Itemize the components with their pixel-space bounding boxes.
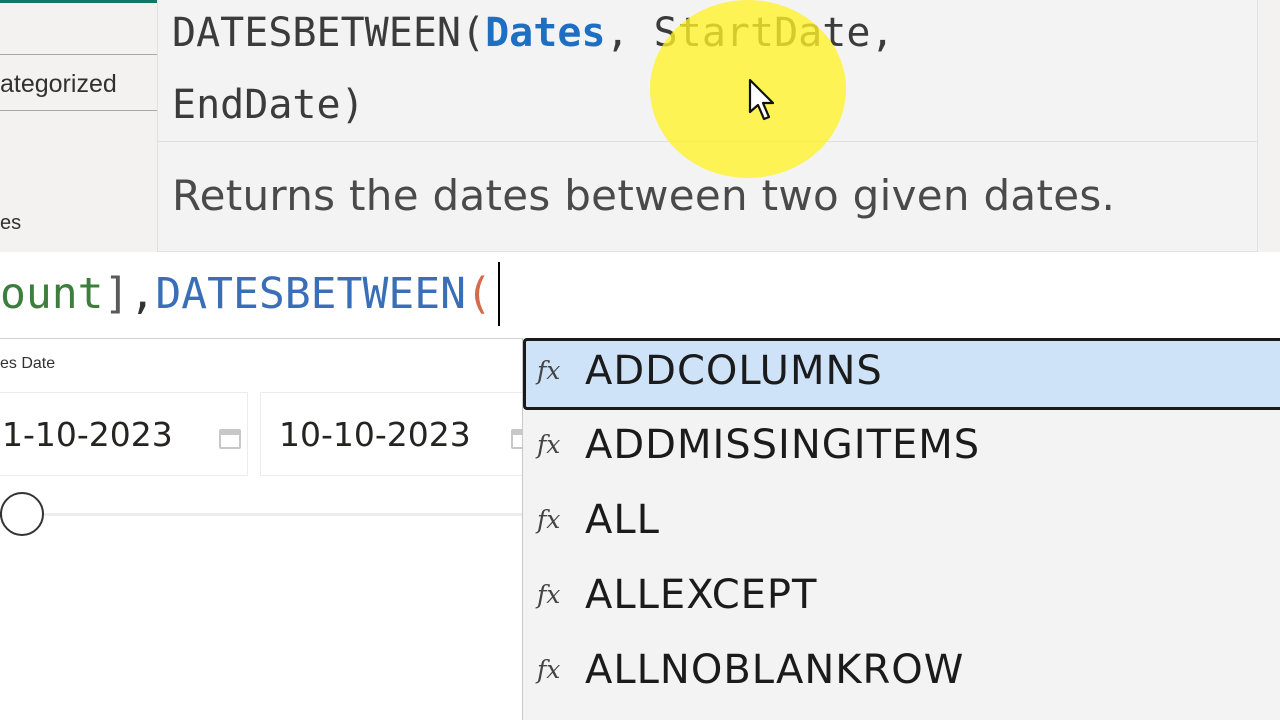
suggestion-label: ALLNOBLANKROW [585,647,965,693]
suggestion-item[interactable]: fx ADDMISSINGITEMS [523,412,1280,484]
mouse-pointer-icon [748,78,775,121]
suggestion-item[interactable]: fx ALL [523,487,1280,559]
ribbon-panel: ategorized es [0,0,160,245]
function-icon: fx [537,655,561,684]
signature-current-parameter: Dates [485,10,606,56]
calendar-icon[interactable] [219,429,241,449]
tooltip-divider [158,141,1257,142]
formula-function-name: DATESBETWEEN [155,269,467,319]
ribbon-divider [0,54,160,55]
formula-input[interactable]: ount], DATESBETWEEN( [0,258,500,330]
start-date-value: 01-10-2023 [0,415,173,454]
ribbon-accent-line [0,0,160,3]
date-range-slider-track[interactable] [0,513,522,516]
formula-column-reference: ount [0,269,104,319]
function-icon: fx [537,580,561,609]
data-category-dropdown[interactable]: ategorized [0,70,117,99]
function-signature-tooltip: DATESBETWEEN(Dates, StartDate, EndDate) … [157,0,1258,252]
autocomplete-list[interactable]: fx ADDCOLUMNS fx ADDMISSINGITEMS fx ALL … [522,338,1280,720]
function-description: Returns the dates between two given date… [172,171,1116,220]
formula-bar[interactable]: ount], DATESBETWEEN( [0,252,1280,339]
slicer-title: es Date [0,355,56,372]
suggestion-label: ADDMISSINGITEMS [585,422,981,468]
function-icon: fx [537,430,561,459]
date-range-slider-handle[interactable] [0,492,44,536]
formula-comma: , [129,269,156,319]
text-caret [497,262,500,326]
suggestion-item[interactable]: fx ALLEXCEPT [523,562,1280,634]
function-icon: fx [537,505,561,534]
ribbon-group-label: es [0,212,22,234]
function-signature: DATESBETWEEN(Dates, StartDate, EndDate) [172,0,1232,141]
suggestion-item[interactable]: fx ADDCOLUMNS [523,338,1280,410]
end-date-value: 10-10-2023 [279,415,471,454]
end-date-input[interactable]: 10-10-2023 [260,392,533,476]
function-icon: fx [537,356,561,385]
start-date-input[interactable]: 01-10-2023 [0,392,248,476]
suggestion-label: ALLEXCEPT [585,572,818,618]
suggestion-item[interactable]: fx ALLNOBLANKROW [523,637,1280,709]
signature-function-name: DATESBETWEEN( [172,10,486,56]
suggestion-label: ADDCOLUMNS [585,348,883,394]
ribbon-divider [0,110,160,111]
formula-open-paren: ( [466,269,492,319]
formula-bracket: ] [103,269,130,319]
suggestion-label: ALL [585,497,660,543]
